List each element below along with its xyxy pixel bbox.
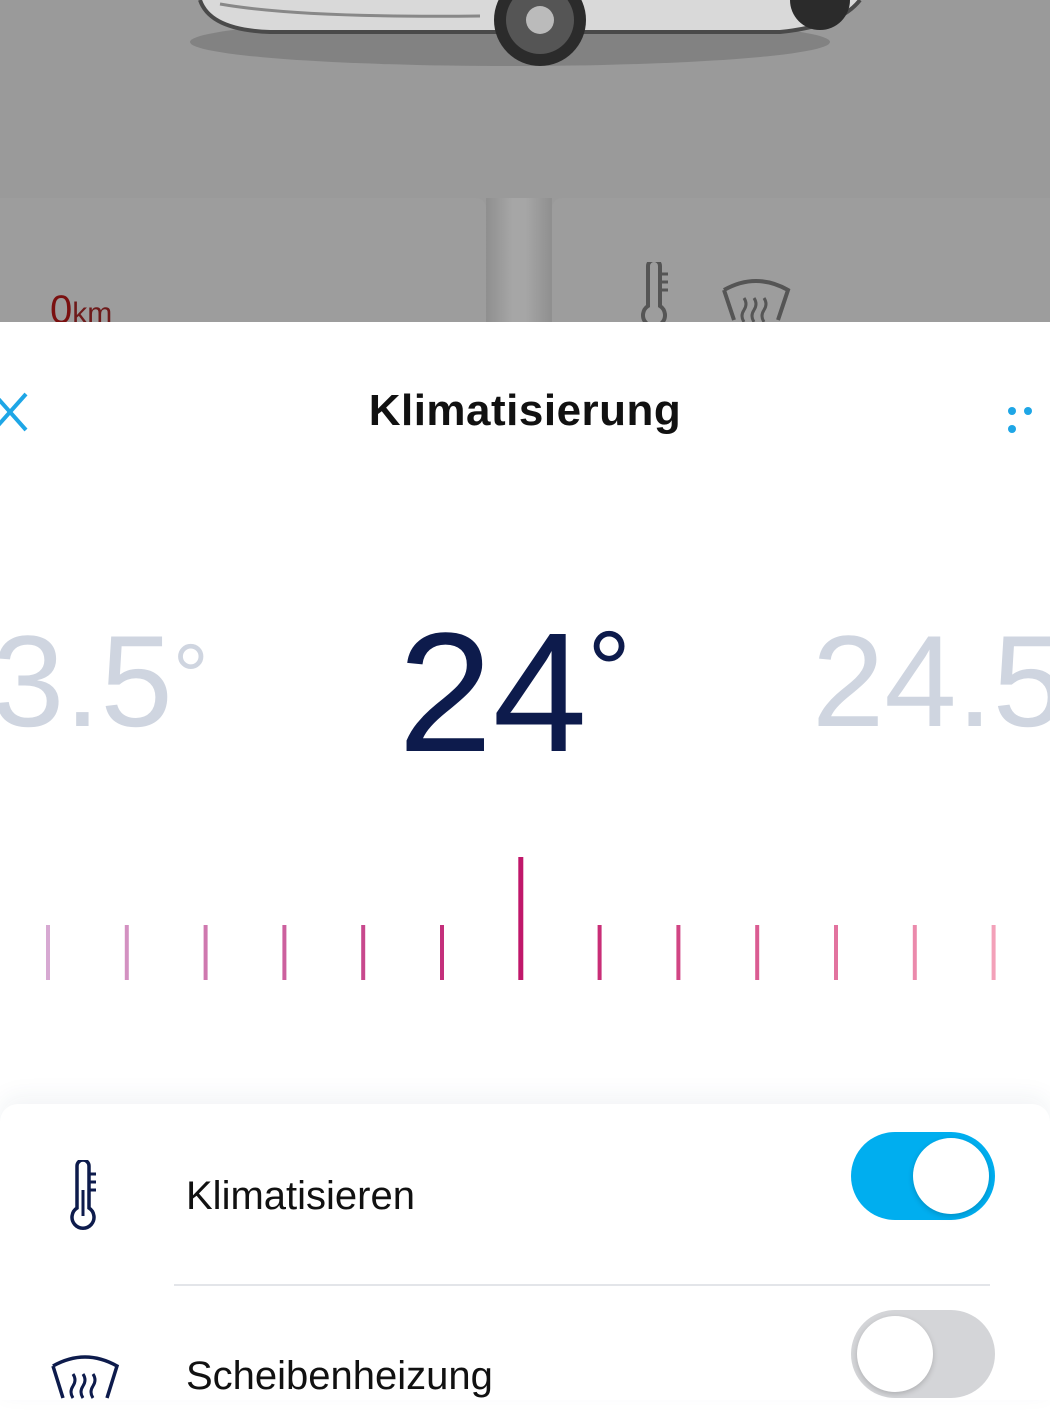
windshield-heating-icon: [51, 1355, 120, 1399]
more-dots-icon: [1008, 407, 1016, 415]
klimatisieren-label: Klimatisieren: [186, 1174, 415, 1218]
toggle-knob: [913, 1138, 989, 1214]
climate-controls-card: Klimatisieren Scheibenheizung: [0, 1104, 1050, 1400]
thermometer-icon: [70, 1160, 96, 1230]
temperature-prev-value: 3.5: [0, 608, 173, 754]
windshield-heating-icon: [722, 279, 791, 322]
dimmed-background: 0km: [0, 0, 1050, 322]
card-divider: [486, 198, 552, 322]
degree-symbol: °: [587, 609, 632, 732]
climate-card: [552, 198, 1050, 322]
car-image: [190, 0, 862, 66]
temperature-next-value: 24.5: [812, 608, 1050, 754]
page-title: Klimatisierung: [368, 386, 682, 435]
climate-sheet: Klimatisierung 3.5° 24° 24.5° Klimatisie…: [0, 322, 1050, 1400]
scheibenheizung-toggle[interactable]: [851, 1310, 995, 1398]
list-item-scheibenheizung: Scheibenheizung: [0, 1300, 1050, 1410]
temperature-current: 24°: [398, 608, 631, 778]
range-unit: km: [72, 297, 113, 322]
degree-symbol: °: [172, 627, 209, 727]
thermometer-icon: [641, 262, 668, 322]
more-options-button[interactable]: [1008, 402, 1050, 433]
more-dots-icon: [1008, 425, 1016, 433]
toggle-knob: [857, 1316, 933, 1392]
temperature-option-next[interactable]: 24.5°: [812, 616, 1050, 746]
divider: [174, 1284, 990, 1286]
temperature-option-previous[interactable]: 3.5°: [0, 616, 209, 746]
temperature-slider[interactable]: [0, 852, 1050, 987]
range-value: 0km: [50, 290, 112, 322]
scheibenheizung-label: Scheibenheizung: [186, 1354, 493, 1398]
temperature-current-value: 24: [398, 598, 588, 788]
list-item-klimatisieren: Klimatisieren: [0, 1124, 1050, 1234]
more-dots-icon: [1024, 407, 1032, 415]
klimatisieren-toggle[interactable]: [851, 1132, 995, 1220]
range-number: 0: [50, 288, 73, 322]
